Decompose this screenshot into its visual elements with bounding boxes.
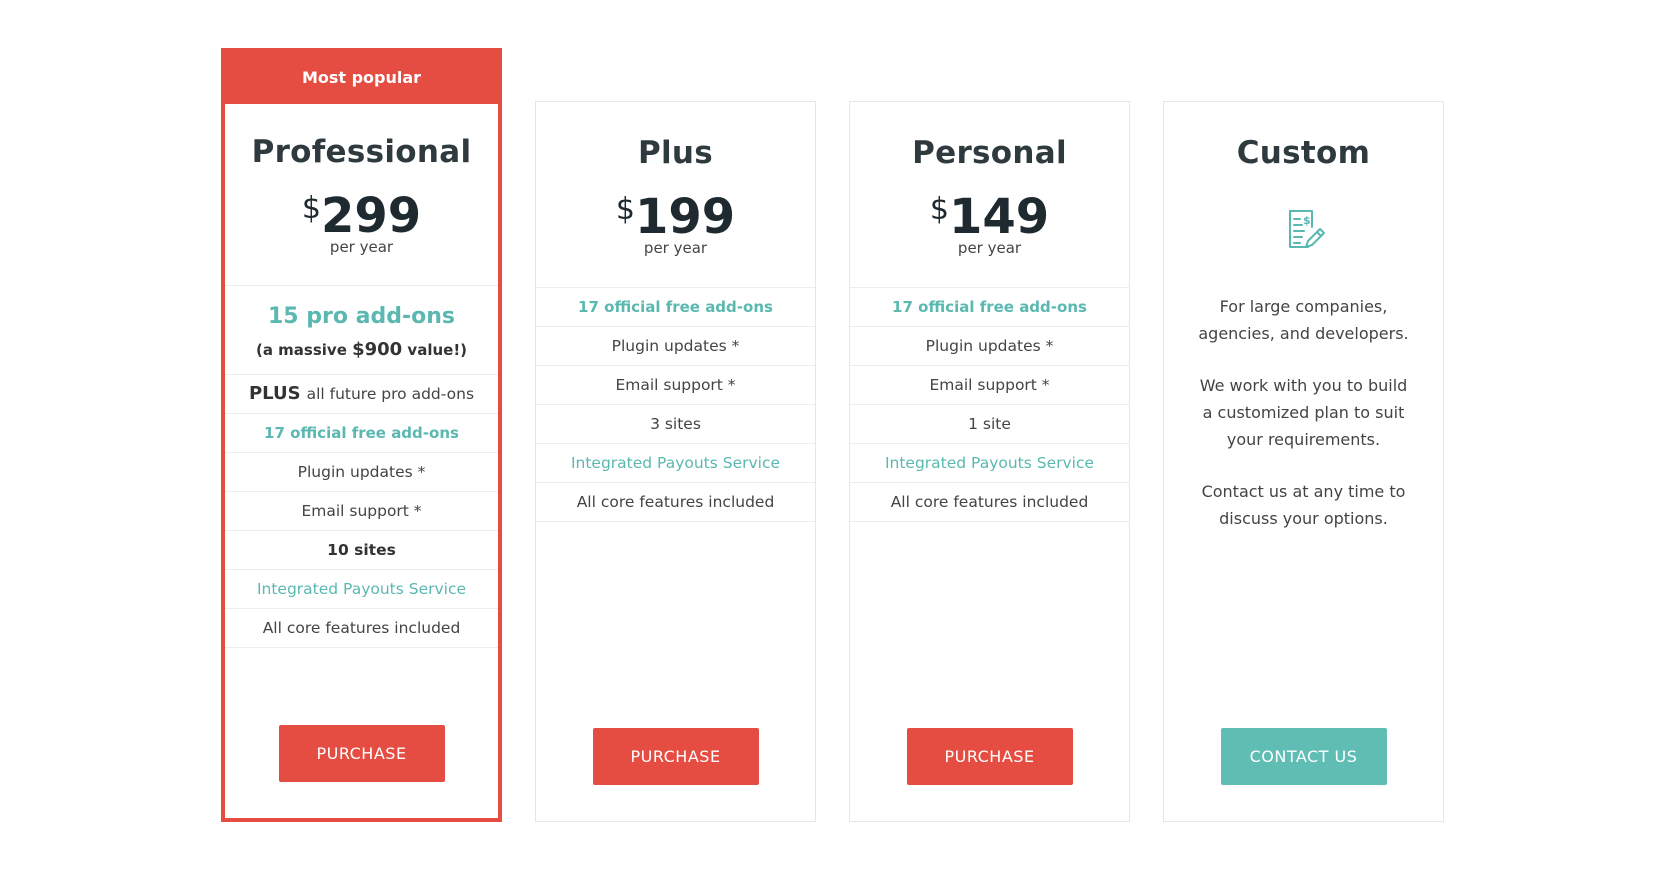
plus-text: all future pro add-ons bbox=[306, 385, 475, 403]
purchase-button[interactable]: PURCHASE bbox=[278, 725, 445, 782]
plan-price: $149 bbox=[850, 193, 1129, 241]
feature-core-features: All core features included bbox=[850, 483, 1129, 522]
feature-free-addons: 17 official free add-ons bbox=[536, 288, 815, 327]
feature-free-addons: 17 official free add-ons bbox=[850, 288, 1129, 327]
plan-title: Plus bbox=[637, 135, 714, 171]
purchase-button[interactable]: PURCHASE bbox=[906, 728, 1073, 785]
feature-sites: 10 sites bbox=[225, 531, 498, 570]
price-amount: 199 bbox=[634, 189, 736, 245]
feature-free-addons: 17 official free add-ons bbox=[225, 414, 498, 453]
plan-price: $199 bbox=[536, 193, 815, 241]
feature-plus-future: PLUS all future pro add-ons bbox=[225, 375, 498, 414]
plan-title: Personal bbox=[912, 135, 1067, 171]
price-period: per year bbox=[957, 239, 1022, 257]
contact-us-button[interactable]: CONTACT US bbox=[1220, 728, 1387, 785]
feature-plugin-updates: Plugin updates * bbox=[850, 327, 1129, 366]
feature-payouts-service: Integrated Payouts Service bbox=[536, 444, 815, 483]
price-period: per year bbox=[643, 239, 708, 257]
plan-card-custom: Custom $ For large companies, agencies, … bbox=[1163, 101, 1444, 822]
addons-note-pre: (a massive bbox=[255, 341, 353, 359]
addons-note-value: $900 bbox=[352, 339, 403, 360]
plan-price: $299 bbox=[225, 192, 498, 240]
custom-paragraph-3: Contact us at any time to discuss your o… bbox=[1201, 482, 1406, 528]
plan-card-professional: Most popular Professional $299 per year … bbox=[221, 48, 502, 822]
custom-paragraph-1: For large companies, agencies, and devel… bbox=[1198, 297, 1409, 343]
addons-value-note: (a massive $900 value!) bbox=[225, 339, 498, 360]
purchase-button[interactable]: PURCHASE bbox=[592, 728, 759, 785]
feature-core-features: All core features included bbox=[536, 483, 815, 522]
price-amount: 299 bbox=[320, 188, 422, 244]
invoice-pencil-icon: $ bbox=[1164, 205, 1443, 253]
currency-symbol: $ bbox=[929, 192, 949, 227]
currency-symbol: $ bbox=[301, 191, 321, 226]
svg-text:$: $ bbox=[1303, 214, 1311, 227]
custom-plan-description: For large companies, agencies, and devel… bbox=[1164, 293, 1443, 532]
addons-note-post: value!) bbox=[402, 341, 468, 359]
most-popular-badge: Most popular bbox=[225, 52, 498, 104]
feature-core-features: All core features included bbox=[225, 609, 498, 648]
plan-card-personal: Personal $149 per year 17 official free … bbox=[849, 101, 1130, 822]
feature-email-support: Email support * bbox=[536, 366, 815, 405]
custom-paragraph-2: We work with you to build a customized p… bbox=[1199, 376, 1408, 449]
plan-title: Professional bbox=[251, 134, 472, 170]
addons-title: 15 pro add-ons bbox=[268, 304, 455, 329]
feature-email-support: Email support * bbox=[850, 366, 1129, 405]
price-amount: 149 bbox=[948, 189, 1050, 245]
feature-payouts-service: Integrated Payouts Service bbox=[850, 444, 1129, 483]
feature-sites: 1 site bbox=[850, 405, 1129, 444]
feature-sites: 3 sites bbox=[536, 405, 815, 444]
plan-card-plus: Plus $199 per year 17 official free add-… bbox=[535, 101, 816, 822]
feature-email-support: Email support * bbox=[225, 492, 498, 531]
plus-label: PLUS bbox=[248, 383, 301, 404]
pro-addons-block: 15 pro add-ons (a massive $900 value!) bbox=[225, 286, 498, 375]
plan-title: Custom bbox=[1236, 135, 1371, 171]
feature-payouts-service: Integrated Payouts Service bbox=[225, 570, 498, 609]
feature-plugin-updates: Plugin updates * bbox=[536, 327, 815, 366]
price-period: per year bbox=[329, 238, 394, 256]
currency-symbol: $ bbox=[615, 192, 635, 227]
feature-plugin-updates: Plugin updates * bbox=[225, 453, 498, 492]
